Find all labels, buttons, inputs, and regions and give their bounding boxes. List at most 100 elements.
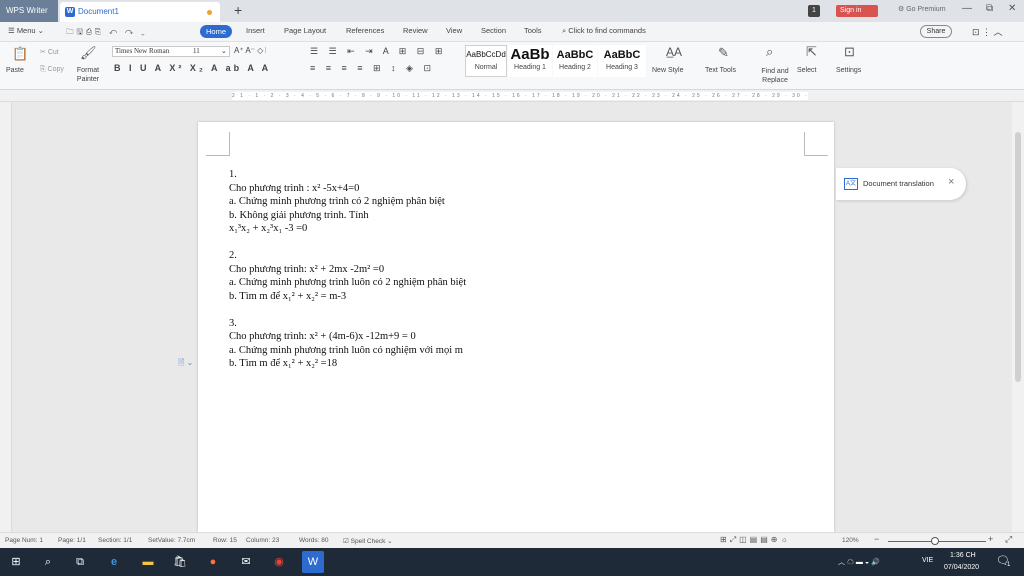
zoom-level[interactable]: 120% (842, 537, 859, 544)
style-heading-2[interactable]: AaBbC Heading 2 (553, 45, 597, 77)
vertical-scrollbar[interactable] (1012, 102, 1024, 532)
font-format-buttons[interactable]: B I U A X² X₂ A ab A A (114, 63, 271, 73)
document-line[interactable]: 2. (229, 249, 466, 263)
task-view-icon[interactable]: ⧉ (72, 554, 88, 570)
new-tab-button[interactable]: + (234, 2, 242, 18)
text-tools-button[interactable]: Text Tools (705, 67, 736, 74)
clock-date[interactable]: 07/04/2020 (944, 564, 979, 571)
settings-button[interactable]: Settings (836, 67, 861, 74)
input-language[interactable]: VIE (922, 557, 933, 564)
tab-review[interactable]: Review (403, 26, 428, 35)
view-mode-buttons[interactable]: ⊞⤢◫▤▤⊕☼ (720, 535, 791, 545)
scrollbar-thumb[interactable] (1015, 132, 1021, 382)
document-line[interactable]: Cho phương trình: x² + 2mx -2m² =0 (229, 263, 466, 277)
settings-icon[interactable]: ⊡ (844, 44, 855, 60)
go-premium-link[interactable]: ⚙ Go Premium (898, 5, 946, 13)
tab-tools[interactable]: Tools (524, 26, 542, 35)
more-options-icon[interactable]: ⊡ ⋮ ︿ (972, 25, 1003, 38)
document-translation-panel[interactable]: A文 Document translation × (836, 168, 966, 200)
font-name-select[interactable]: Times New Roman 11 ⌄ (112, 46, 230, 57)
font-size-value[interactable]: 11 (193, 47, 200, 56)
document-line[interactable]: b. Không giải phương trình. Tính (229, 209, 466, 223)
tab-section[interactable]: Section (481, 26, 506, 35)
window-count-badge[interactable]: 1 (808, 5, 820, 17)
document-line[interactable]: 3. (229, 317, 466, 331)
chevron-down-icon[interactable]: ⌄ (221, 47, 227, 56)
style-normal-preview: AaBbCcDd (466, 50, 506, 59)
style-heading-3[interactable]: AaBbC Heading 3 (598, 45, 646, 77)
document-line[interactable]: x₁³x₂ + x₂³x₁ -3 =0 (229, 222, 466, 236)
document-line[interactable]: a. Chứng minh phương trình luôn có 2 ngh… (229, 276, 466, 290)
cut-button[interactable]: ✂ Cut (40, 48, 59, 56)
store-icon[interactable]: 🛍 (172, 554, 188, 570)
firefox-icon[interactable]: ● (205, 554, 221, 570)
main-menu-button[interactable]: ☰ Menu ⌄ (8, 26, 44, 35)
blank-line[interactable] (229, 236, 466, 250)
zoom-in-button[interactable]: + (988, 534, 993, 544)
windows-start-icon[interactable]: ⊞ (8, 554, 24, 570)
vertical-ruler[interactable] (0, 102, 12, 532)
tab-home[interactable]: Home (200, 25, 233, 38)
find-replace-button[interactable]: Find and Replace (756, 67, 794, 85)
command-search[interactable]: ⌕ Click to find commands (562, 26, 646, 36)
format-painter-label[interactable]: Format Painter (72, 66, 104, 84)
document-line[interactable]: a. Chứng minh phương trình có 2 nghiệm p… (229, 195, 466, 209)
tab-insert[interactable]: Insert (246, 26, 265, 35)
select-button[interactable]: Select (797, 67, 816, 74)
zoom-out-button[interactable]: − (874, 534, 879, 544)
document-line[interactable]: b. Tìm m để x₁² + x₂² = m-3 (229, 290, 466, 304)
document-line[interactable]: a. Chứng minh phương trình luôn có nghiệ… (229, 344, 466, 358)
document-line[interactable]: b. Tìm m để x₁² + x₂² =18 (229, 357, 466, 371)
style-normal[interactable]: AaBbCcDd Normal (465, 45, 507, 77)
zoom-slider-handle[interactable] (931, 537, 939, 545)
clock-time[interactable]: 1:36 CH (950, 552, 976, 559)
status-set-value: SetValue: 7.7cm (148, 537, 196, 544)
document-line[interactable]: Cho phương trình: x² + (4m-6)x -12m+9 = … (229, 330, 466, 344)
share-button[interactable]: Share (920, 25, 952, 38)
minimize-button[interactable]: — (962, 3, 972, 14)
close-icon[interactable]: × (948, 176, 954, 188)
fullscreen-icon[interactable]: ⤢ (1005, 534, 1012, 545)
command-search-placeholder: Click to find commands (568, 26, 646, 35)
wps-writer-taskbar-icon[interactable]: W (302, 551, 324, 573)
new-style-icon[interactable]: A̲A (666, 45, 682, 59)
search-icon[interactable]: ⌕ (40, 554, 56, 570)
new-style-button[interactable]: New Style (652, 67, 684, 74)
font-grow-shrink-buttons[interactable]: A⁺ A⁻ ◇ 𝄀 (234, 46, 266, 56)
paragraph-options-icon[interactable]: 🗎 ⌄ (178, 357, 193, 371)
go-premium-label: Go Premium (906, 6, 946, 13)
file-explorer-icon[interactable]: ▬ (140, 554, 156, 570)
tray-icons[interactable]: ︿ ☁ ▬ ◒ 🔊 (838, 557, 880, 567)
document-tab[interactable]: W Document1 (60, 2, 220, 22)
document-body[interactable]: 1. Cho phương trình : x² -5x+4=0 a. Chứng … (229, 168, 466, 371)
format-painter-icon[interactable]: 🖌 (80, 45, 97, 61)
text-tools-icon[interactable]: ✎ (718, 45, 729, 61)
select-cursor-icon[interactable]: ⇱ (806, 44, 817, 60)
quick-access-toolbar[interactable]: 🗀🖫⎙⎘ ↶ ↷ ⌄ (66, 26, 148, 39)
document-line[interactable]: Cho phương trình : x² -5x+4=0 (229, 182, 466, 196)
tab-view[interactable]: View (446, 26, 462, 35)
restore-button[interactable]: ⧉ (986, 3, 993, 14)
style-heading-2-preview: AaBbC (556, 49, 594, 61)
style-heading-1[interactable]: AaBb Heading 1 (508, 45, 552, 77)
copy-button[interactable]: ⎘ Copy (40, 66, 64, 74)
spell-check-button[interactable]: ☑ Spell Check ⌄ (343, 537, 393, 545)
horizontal-ruler[interactable]: 2 1 · 1 · 2 · 3 · 4 · 5 · 6 · 7 · 8 · 9 … (0, 90, 1024, 102)
tab-references[interactable]: References (346, 26, 384, 35)
edge-browser-icon[interactable]: e (106, 554, 122, 570)
status-column: Column: 23 (246, 537, 280, 544)
paragraph-list-buttons[interactable]: ☰ ☰ ⇤ ⇥ A ⊞ ⊟ ⊞ (310, 46, 446, 57)
chrome-icon[interactable]: ◉ (271, 554, 287, 570)
tab-page-layout[interactable]: Page Layout (284, 26, 326, 35)
paste-icon[interactable]: 📋 (12, 46, 28, 62)
paste-button-label[interactable]: Paste (6, 67, 24, 74)
sign-in-button[interactable]: Sign in (836, 5, 878, 17)
paragraph-align-buttons[interactable]: ≡ ≡ ≡ ≡ ⊞ ↕ ◈ ⊡ (310, 63, 435, 74)
blank-line[interactable] (229, 303, 466, 317)
close-button[interactable]: ✕ (1008, 3, 1016, 14)
mail-icon[interactable]: ✉ (238, 554, 254, 570)
document-line[interactable]: 1. (229, 168, 466, 182)
status-page-num[interactable]: Page Num: 1 (5, 537, 43, 544)
find-icon[interactable]: ⌕ (766, 44, 773, 60)
app-tab-wps-writer[interactable]: WPS Writer (0, 0, 58, 22)
